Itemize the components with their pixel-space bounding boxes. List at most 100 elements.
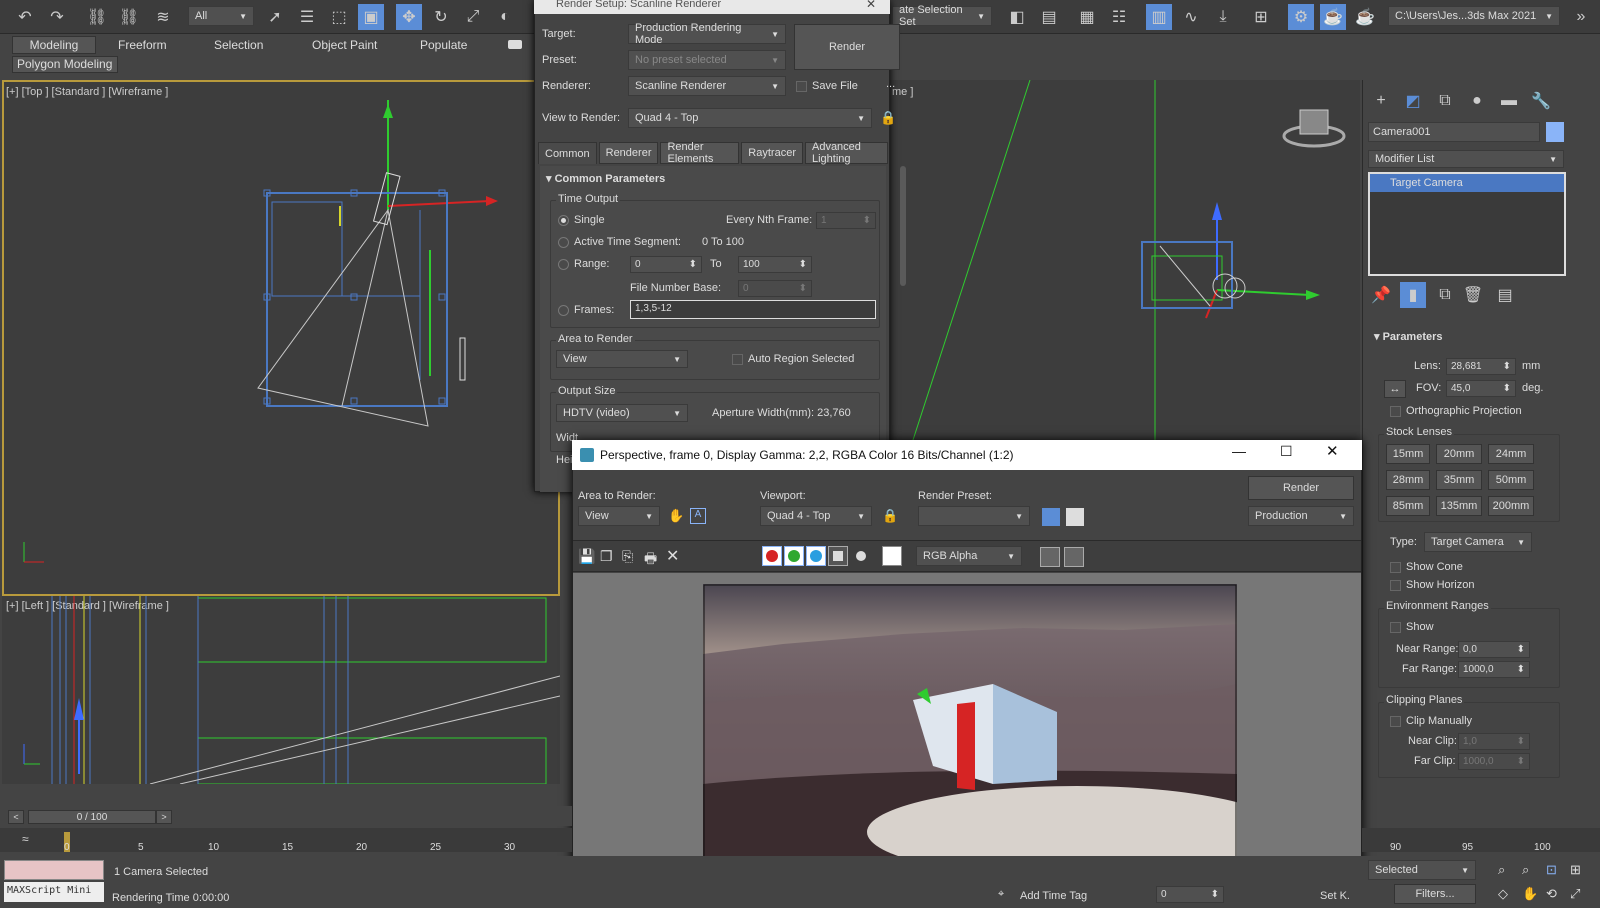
frame-viewport-dropdown[interactable]: Quad 4 - Top ▼ [760, 506, 872, 526]
params-rollout-header[interactable]: ▾ Parameters [1368, 328, 1564, 346]
filters-button[interactable]: Filters... [1394, 884, 1476, 904]
scene-explorer-icon[interactable]: ▦ [1074, 4, 1100, 30]
key-filter-dropdown[interactable]: Selected ▼ [1368, 860, 1476, 880]
auto-region-icon[interactable]: A [690, 508, 706, 524]
make-unique-icon[interactable]: ⧉ [1432, 282, 1458, 308]
key-frame-spinner[interactable]: 0 ⬍ [1156, 886, 1224, 903]
save-file-checkbox[interactable] [796, 81, 807, 92]
modifier-stack-item[interactable]: Target Camera [1370, 174, 1564, 192]
green-channel-icon[interactable] [784, 546, 804, 566]
near-clip-spinner[interactable]: 1,0 ⬍ [1458, 733, 1530, 750]
target-dropdown[interactable]: Production Rendering Mode ▼ [628, 22, 786, 46]
align-icon[interactable]: ▤ [1036, 4, 1062, 30]
object-name-field[interactable]: Camera001 [1368, 122, 1540, 142]
undo-icon[interactable]: ↶ [12, 4, 38, 30]
frame-preset-dropdown[interactable]: ▼ [918, 506, 1030, 526]
render-production-icon[interactable]: ☕ [1352, 4, 1378, 30]
close-icon[interactable]: ✕ [1326, 442, 1339, 460]
pin-stack-icon[interactable]: 📌 [1368, 282, 1394, 308]
pan-hand-icon[interactable]: ✋ [668, 508, 684, 524]
print-image-icon[interactable]: 🖶 [644, 548, 657, 572]
output-size-dropdown[interactable]: HDTV (video) ▼ [556, 404, 688, 422]
move-icon[interactable]: ✥ [396, 4, 422, 30]
ribbon-tab-object-paint[interactable]: Object Paint [312, 38, 377, 52]
rendered-frame-icon[interactable]: ☕ [1320, 4, 1346, 30]
lens-85mm-button[interactable]: 85mm [1386, 496, 1430, 516]
zoom-icon[interactable]: ⌕ [1498, 862, 1505, 878]
preset-dropdown[interactable]: No preset selected ▼ [628, 50, 786, 70]
blue-channel-icon[interactable] [806, 546, 826, 566]
remove-modifier-icon[interactable]: 🗑 [1460, 282, 1486, 308]
next-frame-button[interactable]: > [156, 810, 172, 824]
set-key-label[interactable]: Set K. [1320, 890, 1350, 902]
frames-input[interactable]: 1,3,5-12 [630, 300, 876, 319]
prev-frame-button[interactable]: < [8, 810, 24, 824]
frame-render-button[interactable]: Render [1248, 476, 1354, 500]
maxscript-mini-listener[interactable] [4, 860, 104, 880]
ribbon-panel-polygon-modeling[interactable]: Polygon Modeling [12, 56, 118, 73]
tab-raytracer[interactable]: Raytracer [741, 142, 803, 164]
tab-advanced-lighting[interactable]: Advanced Lighting [804, 141, 888, 165]
view-to-render-dropdown[interactable]: Quad 4 - Top ▼ [628, 108, 872, 128]
rotate-icon[interactable]: ↻ [428, 4, 454, 30]
render-setup-render-button[interactable]: Render [794, 24, 900, 70]
ortho-checkbox[interactable] [1390, 406, 1401, 417]
display-toggle-icon[interactable] [1040, 547, 1060, 567]
tab-renderer[interactable]: Renderer [598, 142, 659, 164]
file-number-base-spinner[interactable]: 0 ⬍ [738, 280, 812, 297]
fov-direction-button[interactable]: ↔ [1384, 380, 1406, 398]
render-setup-titlebar[interactable]: Render Setup: Scanline Renderer [534, 0, 890, 14]
ribbon-tab-modeling[interactable]: Modeling [12, 36, 96, 54]
link-icon[interactable]: ⛓ [84, 4, 110, 30]
zoom-extents-all-icon[interactable]: ⊞ [1570, 862, 1581, 878]
show-horizon-checkbox[interactable] [1390, 580, 1401, 591]
zoom-all-icon[interactable]: ⌕ [1522, 862, 1529, 878]
render-setup-icon[interactable]: ⚙ [1288, 4, 1314, 30]
ribbon-tab-freeform[interactable]: Freeform [118, 38, 167, 52]
object-color-swatch[interactable] [1546, 122, 1564, 142]
lens-20mm-button[interactable]: 20mm [1436, 444, 1482, 464]
lens-28mm-button[interactable]: 28mm [1386, 470, 1430, 490]
lock-view-icon[interactable]: 🔒 [880, 110, 896, 126]
ribbon-tab-populate[interactable]: Populate [420, 38, 467, 52]
ribbon-options-icon[interactable] [508, 40, 522, 49]
maximize-viewport-icon[interactable]: ⤢ [1570, 886, 1580, 902]
expand-toolbar-icon[interactable]: » [1568, 4, 1594, 30]
show-cone-checkbox[interactable] [1390, 562, 1401, 573]
add-time-tag[interactable]: Add Time Tag [1020, 890, 1087, 902]
rect-selection-icon[interactable]: ⬚ [326, 4, 352, 30]
place-icon[interactable]: ◐ [492, 4, 518, 30]
material-editor-icon[interactable]: ⊞ [1248, 4, 1274, 30]
near-range-spinner[interactable]: 0,0 ⬍ [1458, 641, 1530, 658]
layer-explorer-icon[interactable]: ☷ [1106, 4, 1132, 30]
curve-editor-toggle-icon[interactable]: ≈ [22, 832, 29, 846]
lens-24mm-button[interactable]: 24mm [1488, 444, 1534, 464]
render-setup-shortcut-icon[interactable] [1042, 508, 1060, 526]
background-swatch[interactable] [882, 546, 902, 566]
scrollbar[interactable] [900, 166, 906, 286]
camera-type-dropdown[interactable]: Target Camera ▼ [1424, 532, 1532, 552]
field-of-view-icon[interactable]: ◇ [1498, 886, 1508, 902]
motion-tab-icon[interactable]: ● [1464, 88, 1490, 114]
zoom-extents-icon[interactable]: ⊡ [1546, 862, 1557, 878]
tab-render-elements[interactable]: Render Elements [660, 141, 740, 165]
render-setup-close-icon[interactable]: ✕ [866, 0, 876, 10]
tab-common[interactable]: Common [538, 142, 597, 164]
auto-region-checkbox[interactable] [732, 354, 743, 365]
frames-radio[interactable] [558, 305, 569, 316]
environment-icon[interactable] [1066, 508, 1084, 526]
configure-modifier-sets-icon[interactable]: ▤ [1492, 282, 1518, 308]
pan-view-icon[interactable]: ✋ [1522, 886, 1538, 902]
clip-manually-checkbox[interactable] [1390, 716, 1401, 727]
clear-image-icon[interactable]: ✕ [666, 546, 679, 566]
selection-filter-dropdown[interactable]: All ▼ [188, 6, 254, 26]
ribbon-tab-selection[interactable]: Selection [214, 38, 263, 52]
scale-icon[interactable]: ⤢ [460, 4, 486, 30]
alpha-channel-icon[interactable] [828, 546, 848, 566]
mirror-icon[interactable]: ◧ [1004, 4, 1030, 30]
named-selection-dropdown[interactable]: ate Selection Set ▼ [892, 4, 992, 28]
single-radio[interactable] [558, 215, 569, 226]
common-params-rollout[interactable]: ▾ Common Parameters [546, 172, 665, 185]
modify-tab-icon[interactable]: ◩ [1400, 88, 1426, 114]
project-path-dropdown[interactable]: C:\Users\Jes...3ds Max 2021 ▼ [1388, 6, 1560, 26]
